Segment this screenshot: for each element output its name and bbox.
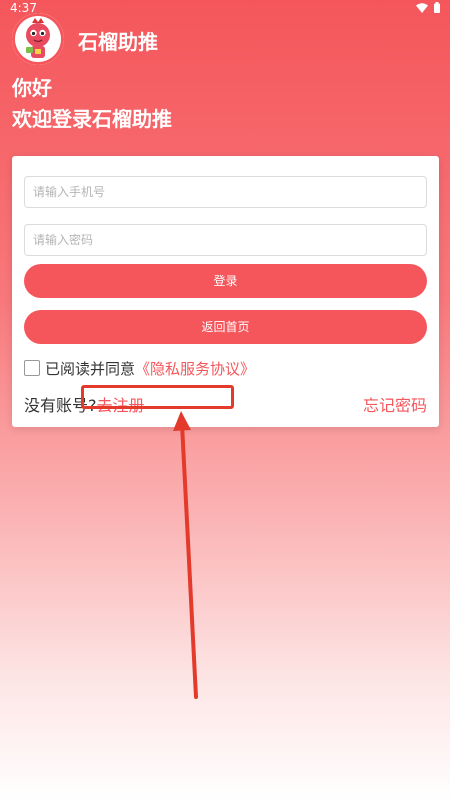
status-bar: 4:37 (0, 0, 450, 18)
phone-input[interactable] (24, 176, 427, 208)
agreement-row: 已阅读并同意 《隐私服务协议》 (24, 358, 255, 378)
forgot-password-link[interactable]: 忘记密码 (363, 392, 427, 416)
status-icons (416, 2, 440, 13)
app-logo (12, 13, 64, 65)
agree-text: 已阅读并同意 (45, 359, 136, 378)
pomegranate-mascot-icon (12, 13, 64, 65)
login-button[interactable]: 登录 (24, 264, 427, 298)
password-input[interactable] (24, 224, 427, 256)
battery-icon (434, 2, 440, 13)
privacy-agreement-link[interactable]: 《隐私服务协议》 (135, 358, 255, 379)
back-home-button[interactable]: 返回首页 (24, 310, 427, 344)
welcome-text: 欢迎登录石榴助推 (12, 107, 172, 131)
app-title: 石榴助推 (78, 30, 158, 54)
greeting-text: 你好 (12, 76, 52, 100)
agree-checkbox[interactable] (24, 360, 40, 376)
annotation-highlight-box (81, 385, 234, 409)
wifi-icon (416, 2, 428, 13)
